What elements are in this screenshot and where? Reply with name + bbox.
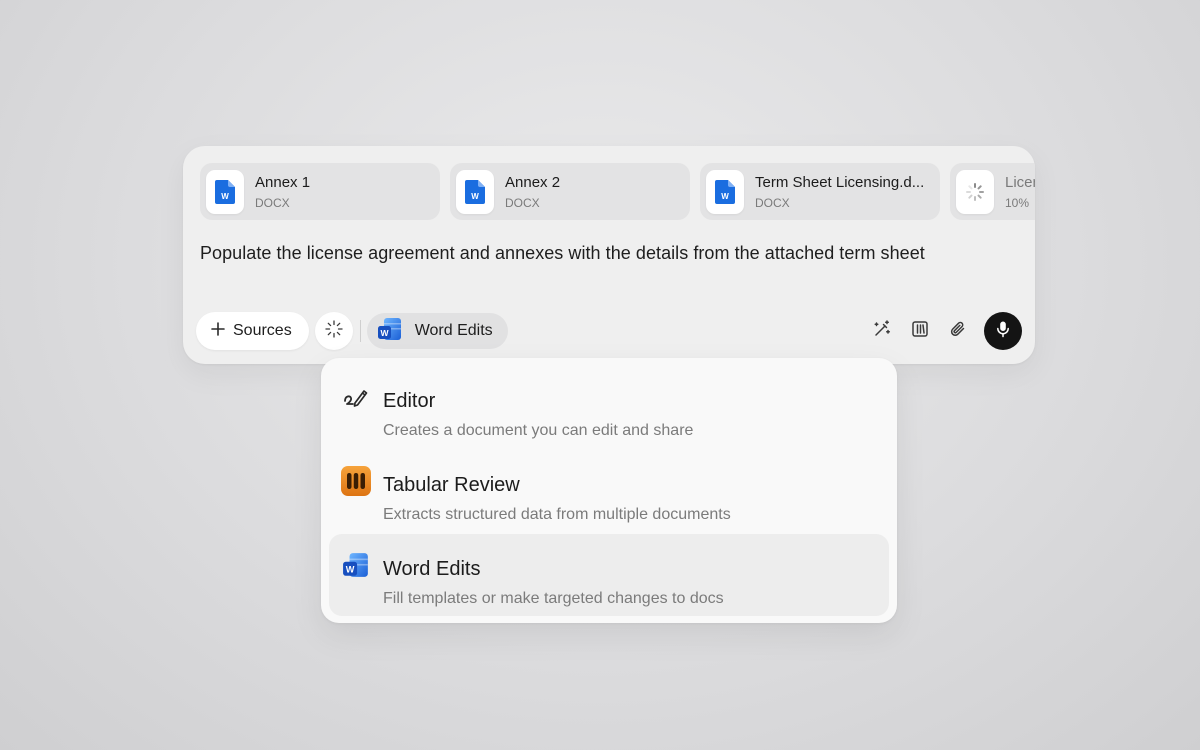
svg-text:W: W	[380, 328, 389, 338]
mode-selector-button[interactable]: W Word Edits	[366, 313, 508, 349]
editor-pen-icon	[341, 382, 371, 412]
plus-icon	[211, 321, 225, 341]
toolbar-divider	[359, 320, 361, 342]
loading-spinner-icon	[956, 169, 994, 214]
composer: W Annex 1 DOCX W Annex 2 DOCX W Term She…	[183, 146, 1035, 364]
word-doc-icon: W	[706, 169, 744, 214]
svg-text:W: W	[221, 192, 229, 201]
microphone-icon	[994, 320, 1012, 343]
attachment-name: Licen	[1005, 173, 1035, 191]
prompt-improve-button[interactable]	[863, 312, 901, 350]
menu-item-description: Fill templates or make targeted changes …	[383, 590, 724, 607]
pen-sparkle-icon	[872, 319, 892, 344]
paperclip-icon	[948, 319, 968, 344]
word-icon: W	[377, 316, 403, 347]
composer-toolbar: Sources W Word Edits	[196, 311, 1022, 351]
menu-item-description: Creates a document you can edit and shar…	[383, 422, 694, 439]
attachment-name: Annex 2	[505, 173, 561, 191]
attachment-type: DOCX	[755, 195, 790, 210]
attachment-card[interactable]: W Term Sheet Licensing.d... DOCX	[700, 163, 940, 220]
attachment-list: W Annex 1 DOCX W Annex 2 DOCX W Term She…	[200, 163, 1035, 220]
mode-dropdown-menu: Editor Creates a document you can edit a…	[321, 358, 897, 623]
voice-input-button[interactable]	[984, 312, 1022, 350]
attach-button[interactable]	[939, 312, 977, 350]
word-doc-icon: W	[206, 169, 244, 214]
sources-button-label: Sources	[233, 322, 292, 339]
tabular-review-icon	[341, 466, 371, 496]
upload-progress: 10%	[1005, 195, 1030, 210]
menu-item-title: Word Edits	[383, 558, 481, 580]
menu-item-editor[interactable]: Editor Creates a document you can edit a…	[329, 366, 889, 448]
toolbar-actions	[863, 312, 1022, 350]
magic-sparkle-button[interactable]	[314, 312, 353, 350]
attachment-name: Annex 1	[255, 173, 311, 191]
attachment-card[interactable]: W Annex 1 DOCX	[200, 163, 440, 220]
attachment-type: DOCX	[255, 195, 290, 210]
svg-text:W: W	[471, 192, 479, 201]
sources-button[interactable]: Sources	[196, 312, 309, 350]
library-icon	[910, 319, 930, 344]
menu-item-description: Extracts structured data from multiple d…	[383, 506, 731, 523]
attachment-name: Term Sheet Licensing.d...	[755, 173, 925, 191]
menu-item-tabular-review[interactable]: Tabular Review Extracts structured data …	[329, 450, 889, 532]
svg-text:W: W	[721, 192, 729, 201]
attachment-type: DOCX	[505, 195, 540, 210]
menu-item-word-edits[interactable]: W Word Edits Fill templates or make targ…	[329, 534, 889, 616]
word-icon: W	[341, 550, 371, 580]
magic-sparkle-icon	[324, 319, 344, 344]
library-button[interactable]	[901, 312, 939, 350]
prompt-input[interactable]: Populate the license agreement and annex…	[200, 243, 925, 264]
attachment-card-uploading[interactable]: Licen 10%	[950, 163, 1035, 220]
attachment-card[interactable]: W Annex 2 DOCX	[450, 163, 690, 220]
menu-item-title: Editor	[383, 390, 436, 412]
menu-item-title: Tabular Review	[383, 474, 520, 496]
word-doc-icon: W	[456, 169, 494, 214]
mode-selector-label: Word Edits	[414, 322, 493, 339]
svg-text:W: W	[346, 565, 355, 575]
